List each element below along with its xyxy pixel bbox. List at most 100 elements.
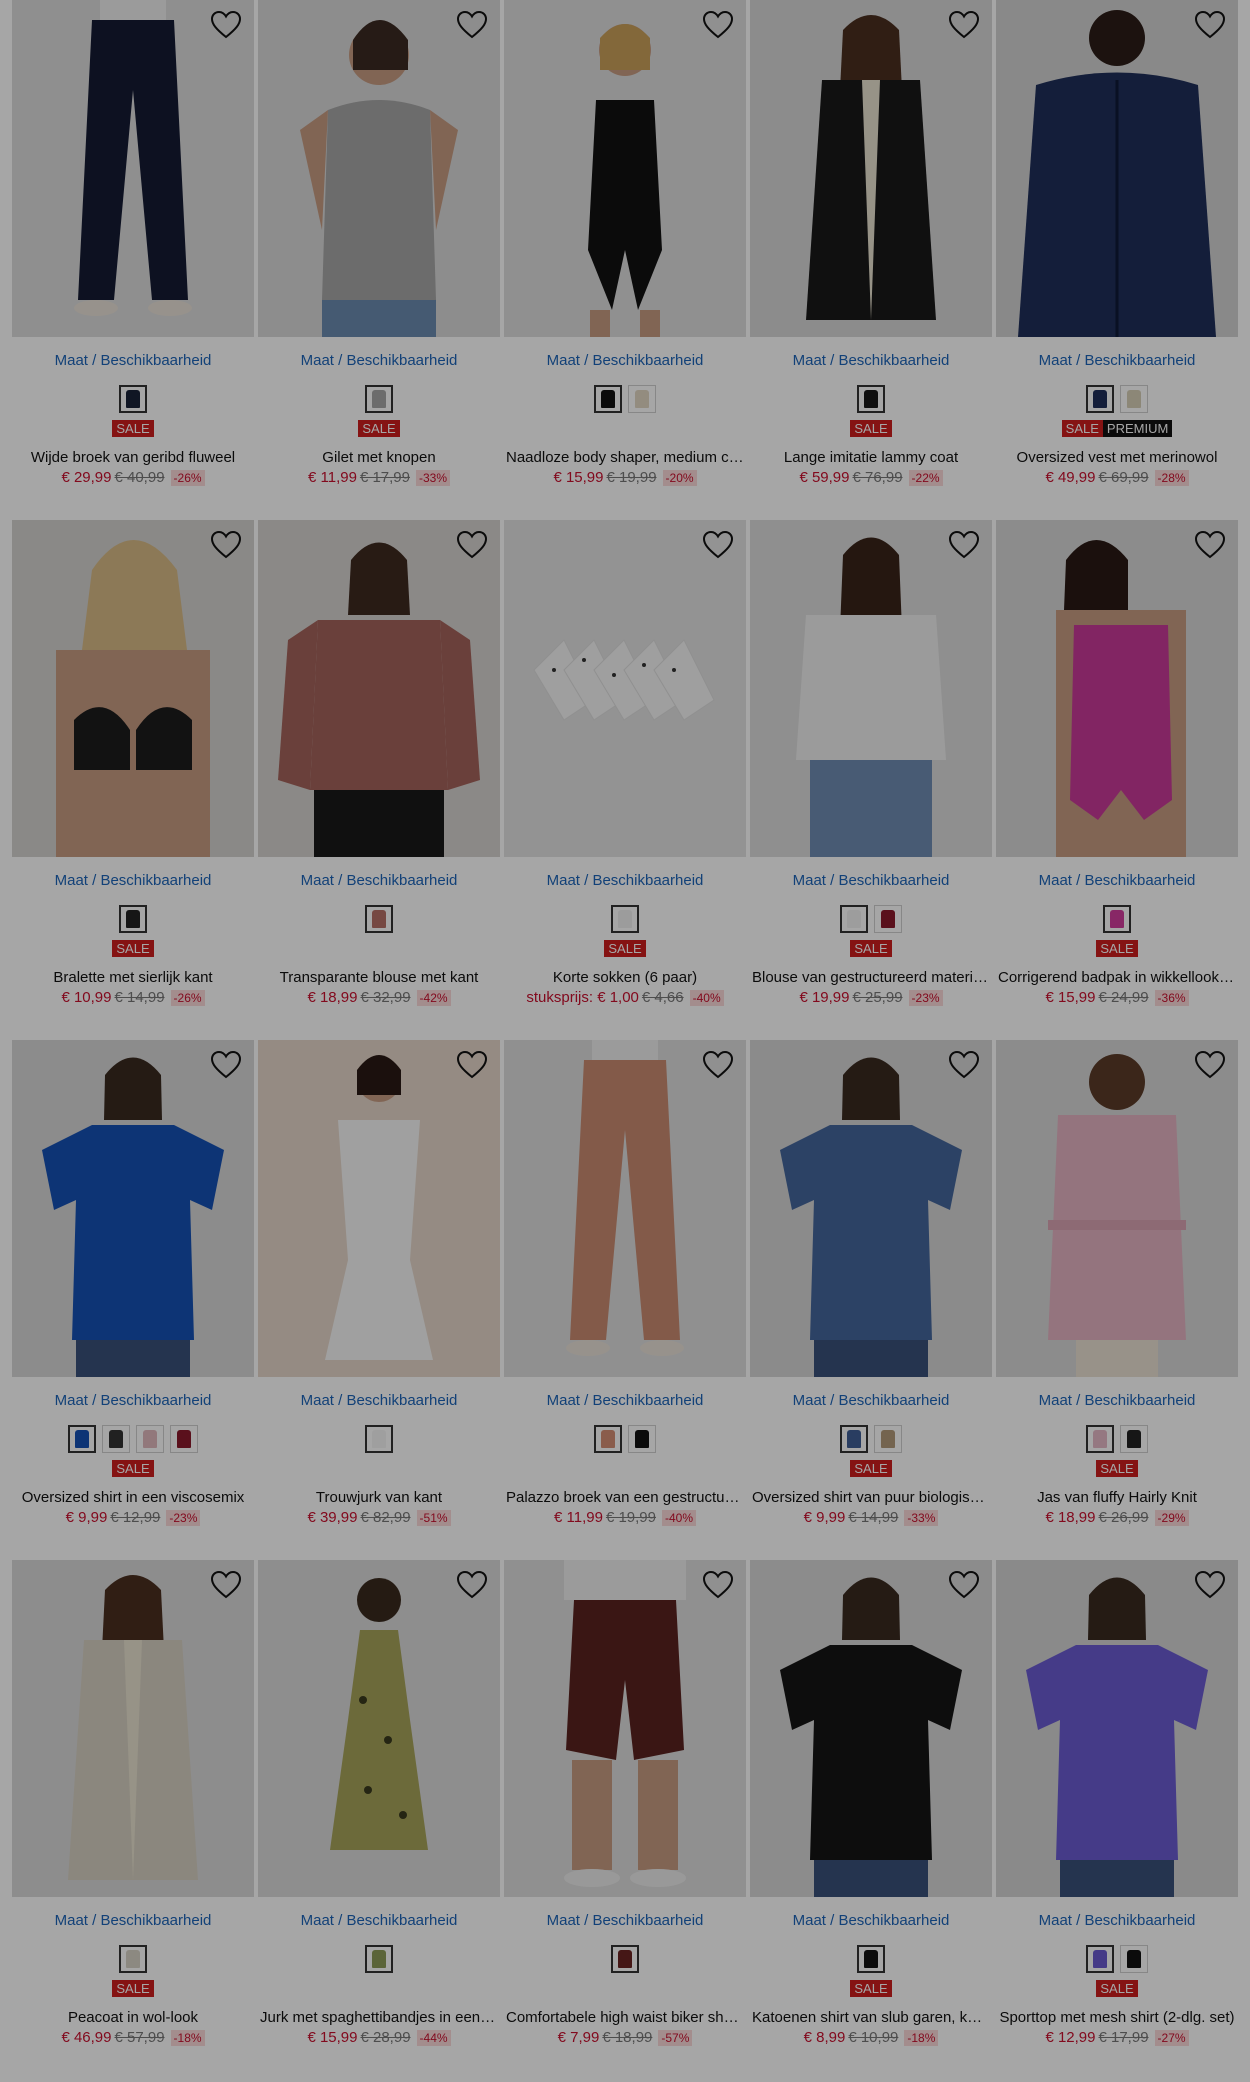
product-card[interactable]: Maat / Beschikbaarheid Trouwjurk van kant… — [258, 1040, 500, 1560]
product-image[interactable] — [996, 1560, 1238, 1897]
color-swatch[interactable] — [365, 385, 393, 413]
wishlist-heart-icon[interactable] — [210, 10, 242, 40]
wishlist-heart-icon[interactable] — [702, 1570, 734, 1600]
color-swatch[interactable] — [628, 385, 656, 413]
product-card[interactable]: Maat / Beschikbaarheid SALE Korte sokken (… — [504, 520, 746, 1040]
color-swatch[interactable] — [68, 1425, 96, 1453]
product-name[interactable]: Trouwjurk van kant — [258, 1489, 500, 1506]
wishlist-heart-icon[interactable] — [1194, 1050, 1226, 1080]
wishlist-heart-icon[interactable] — [456, 10, 488, 40]
color-swatch[interactable] — [874, 1425, 902, 1453]
product-card[interactable]: Maat / Beschikbaarheid Transparante blous… — [258, 520, 500, 1040]
product-name[interactable]: Palazzo broek van een gestructureerde st… — [504, 1489, 746, 1506]
product-card[interactable]: Maat / Beschikbaarheid SALE Peacoat in wol… — [12, 1560, 254, 2080]
size-availability-link[interactable]: Maat / Beschikbaarheid — [996, 352, 1238, 370]
size-availability-link[interactable]: Maat / Beschikbaarheid — [258, 352, 500, 370]
color-swatch[interactable] — [857, 385, 885, 413]
color-swatch[interactable] — [1120, 385, 1148, 413]
wishlist-heart-icon[interactable] — [1194, 1570, 1226, 1600]
product-name[interactable]: Blouse van gestructureerd materiaal — [750, 969, 992, 986]
product-image[interactable] — [12, 520, 254, 857]
product-card[interactable]: Maat / Beschikbaarheid SALE Blouse van ges… — [750, 520, 992, 1040]
product-image[interactable] — [258, 0, 500, 337]
color-swatch[interactable] — [365, 1945, 393, 1973]
size-availability-link[interactable]: Maat / Beschikbaarheid — [258, 1392, 500, 1410]
color-swatch[interactable] — [1120, 1945, 1148, 1973]
wishlist-heart-icon[interactable] — [702, 530, 734, 560]
product-image[interactable] — [996, 0, 1238, 337]
color-swatch[interactable] — [102, 1425, 130, 1453]
product-image[interactable] — [12, 0, 254, 337]
wishlist-heart-icon[interactable] — [456, 530, 488, 560]
product-image[interactable] — [258, 1560, 500, 1897]
product-image[interactable] — [750, 0, 992, 337]
color-swatch[interactable] — [1086, 1425, 1114, 1453]
product-image[interactable] — [996, 1040, 1238, 1377]
color-swatch[interactable] — [119, 1945, 147, 1973]
wishlist-heart-icon[interactable] — [702, 1050, 734, 1080]
product-name[interactable]: Jurk met spaghettibandjes in een zomerse… — [258, 2009, 500, 2026]
color-swatch[interactable] — [119, 385, 147, 413]
wishlist-heart-icon[interactable] — [948, 530, 980, 560]
wishlist-heart-icon[interactable] — [948, 1050, 980, 1080]
product-card[interactable]: Maat / Beschikbaarheid SALE PREMIUM Oversiz… — [996, 0, 1238, 520]
product-card[interactable]: Maat / Beschikbaarheid Naadloze body shap… — [504, 0, 746, 520]
product-name[interactable]: Transparante blouse met kant — [258, 969, 500, 986]
color-swatch[interactable] — [170, 1425, 198, 1453]
product-image[interactable] — [750, 1040, 992, 1377]
product-image[interactable] — [750, 1560, 992, 1897]
product-card[interactable]: Maat / Beschikbaarheid Jurk met spaghetti… — [258, 1560, 500, 2080]
color-swatch[interactable] — [840, 905, 868, 933]
product-image[interactable] — [504, 0, 746, 337]
product-card[interactable]: Maat / Beschikbaarheid SALE Katoenen shirt… — [750, 1560, 992, 2080]
product-image[interactable] — [504, 1040, 746, 1377]
color-swatch[interactable] — [594, 385, 622, 413]
wishlist-heart-icon[interactable] — [1194, 530, 1226, 560]
product-image[interactable] — [504, 1560, 746, 1897]
size-availability-link[interactable]: Maat / Beschikbaarheid — [750, 352, 992, 370]
wishlist-heart-icon[interactable] — [456, 1570, 488, 1600]
size-availability-link[interactable]: Maat / Beschikbaarheid — [504, 352, 746, 370]
product-name[interactable]: Katoenen shirt van slub garen, korte mou… — [750, 2009, 992, 2026]
size-availability-link[interactable]: Maat / Beschikbaarheid — [12, 1392, 254, 1410]
product-name[interactable]: Oversized vest met merinowol — [996, 449, 1238, 466]
wishlist-heart-icon[interactable] — [210, 530, 242, 560]
wishlist-heart-icon[interactable] — [702, 10, 734, 40]
color-swatch[interactable] — [611, 1945, 639, 1973]
product-card[interactable]: Maat / Beschikbaarheid SALE Oversized shir… — [12, 1040, 254, 1560]
color-swatch[interactable] — [136, 1425, 164, 1453]
color-swatch[interactable] — [365, 1425, 393, 1453]
size-availability-link[interactable]: Maat / Beschikbaarheid — [750, 1392, 992, 1410]
color-swatch[interactable] — [1103, 905, 1131, 933]
color-swatch[interactable] — [857, 1945, 885, 1973]
product-name[interactable]: Naadloze body shaper, medium corrigerend — [504, 449, 746, 466]
size-availability-link[interactable]: Maat / Beschikbaarheid — [12, 1912, 254, 1930]
product-name[interactable]: Bralette met sierlijk kant — [12, 969, 254, 986]
product-image[interactable] — [996, 520, 1238, 857]
color-swatch[interactable] — [594, 1425, 622, 1453]
size-availability-link[interactable]: Maat / Beschikbaarheid — [504, 1912, 746, 1930]
product-image[interactable] — [750, 520, 992, 857]
product-name[interactable]: Jas van fluffy Hairly Knit — [996, 1489, 1238, 1506]
color-swatch[interactable] — [119, 905, 147, 933]
product-name[interactable]: Sporttop met mesh shirt (2-dlg. set) — [996, 2009, 1238, 2026]
size-availability-link[interactable]: Maat / Beschikbaarheid — [258, 1912, 500, 1930]
wishlist-heart-icon[interactable] — [948, 1570, 980, 1600]
product-card[interactable]: Maat / Beschikbaarheid SALE Lange imitatie… — [750, 0, 992, 520]
product-name[interactable]: Comfortabele high waist biker shorts — [504, 2009, 746, 2026]
color-swatch[interactable] — [611, 905, 639, 933]
size-availability-link[interactable]: Maat / Beschikbaarheid — [504, 872, 746, 890]
product-card[interactable]: Maat / Beschikbaarheid SALE Oversized shir… — [750, 1040, 992, 1560]
wishlist-heart-icon[interactable] — [210, 1050, 242, 1080]
product-card[interactable]: Maat / Beschikbaarheid Palazzo broek van … — [504, 1040, 746, 1560]
product-card[interactable]: Maat / Beschikbaarheid SALE Jas van fluffy… — [996, 1040, 1238, 1560]
product-image[interactable] — [12, 1040, 254, 1377]
product-image[interactable] — [258, 520, 500, 857]
size-availability-link[interactable]: Maat / Beschikbaarheid — [12, 872, 254, 890]
product-image[interactable] — [258, 1040, 500, 1377]
color-swatch[interactable] — [365, 905, 393, 933]
product-image[interactable] — [12, 1560, 254, 1897]
product-name[interactable]: Corrigerend badpak in wikkellook, shape-… — [996, 969, 1238, 986]
product-name[interactable]: Korte sokken (6 paar) — [504, 969, 746, 986]
size-availability-link[interactable]: Maat / Beschikbaarheid — [12, 352, 254, 370]
